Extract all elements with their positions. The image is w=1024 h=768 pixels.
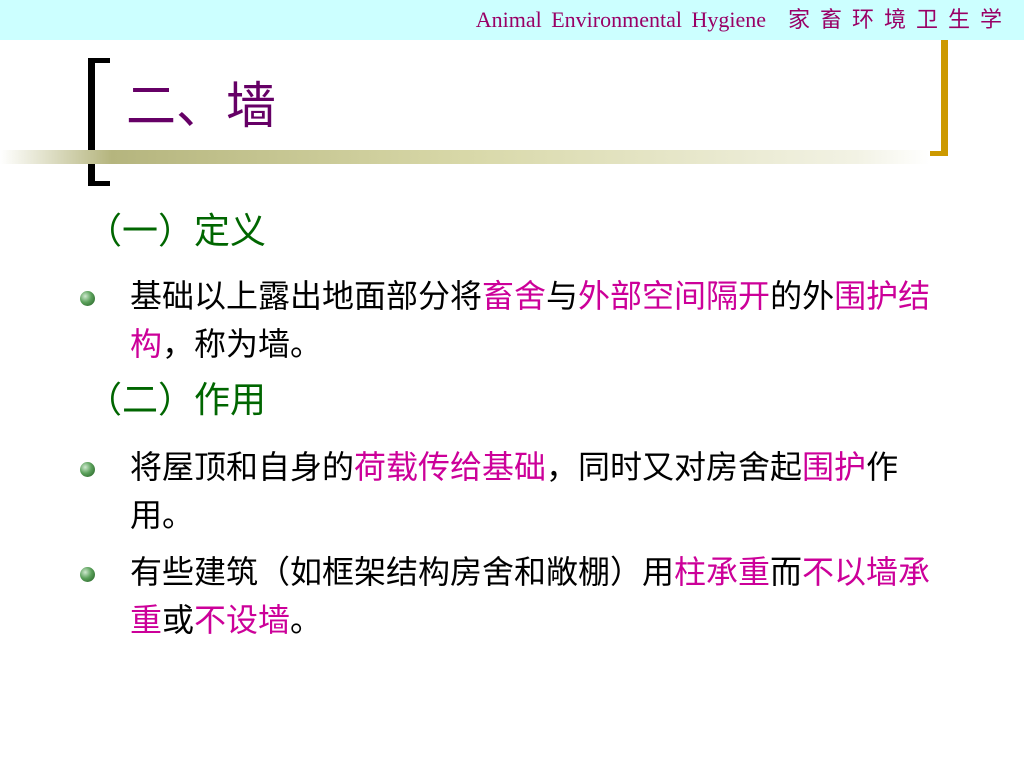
header-bar: Animal Environmental Hygiene 家畜环境卫生学 bbox=[0, 0, 1024, 40]
header-title-chinese: 家畜环境卫生学 bbox=[787, 7, 1012, 32]
left-bracket-decoration bbox=[88, 58, 110, 186]
bullet-text-function-load: 将屋顶和自身的荷载传给基础，同时又对房舍起围护作用。 bbox=[130, 443, 960, 539]
title-underline-decoration bbox=[0, 150, 930, 164]
text-segment: 而 bbox=[770, 553, 803, 591]
text-segment: ，称为墙。 bbox=[162, 325, 323, 363]
highlighted-term: 柱承重 bbox=[674, 553, 771, 591]
header-title: Animal Environmental Hygiene 家畜环境卫生学 bbox=[476, 7, 1012, 33]
text-segment: 。 bbox=[290, 601, 323, 639]
highlighted-term: 不设墙 bbox=[194, 601, 291, 639]
bullet-icon bbox=[80, 567, 95, 582]
highlighted-term: 荷载传给基础 bbox=[354, 448, 547, 486]
section-heading-function: （二）作用 bbox=[86, 380, 267, 421]
slide-title: 二、墙 bbox=[126, 77, 276, 135]
highlighted-term: 外部空间隔开 bbox=[578, 277, 771, 315]
highlighted-term: 围护 bbox=[802, 448, 867, 486]
highlighted-term: 畜舍 bbox=[482, 277, 547, 315]
text-segment: 或 bbox=[162, 601, 195, 639]
text-segment: 的外 bbox=[770, 277, 835, 315]
text-segment: 有些建筑（如框架结构房舍和敞棚）用 bbox=[130, 553, 675, 591]
header-title-english: Animal Environmental Hygiene bbox=[475, 7, 766, 32]
bullet-text-definition: 基础以上露出地面部分将畜舍与外部空间隔开的外围护结构，称为墙。 bbox=[130, 272, 960, 368]
right-bracket-decoration bbox=[922, 40, 948, 156]
bullet-text-function-frame: 有些建筑（如框架结构房舍和敞棚）用柱承重而不以墙承重或不设墙。 bbox=[130, 548, 960, 644]
text-segment: 将屋顶和自身的 bbox=[130, 448, 355, 486]
section-heading-definition: （一）定义 bbox=[86, 211, 267, 252]
text-segment: 基础以上露出地面部分将 bbox=[130, 277, 483, 315]
text-segment: 与 bbox=[546, 277, 579, 315]
bullet-icon bbox=[80, 291, 95, 306]
text-segment: ，同时又对房舍起 bbox=[546, 448, 803, 486]
bullet-icon bbox=[80, 462, 95, 477]
